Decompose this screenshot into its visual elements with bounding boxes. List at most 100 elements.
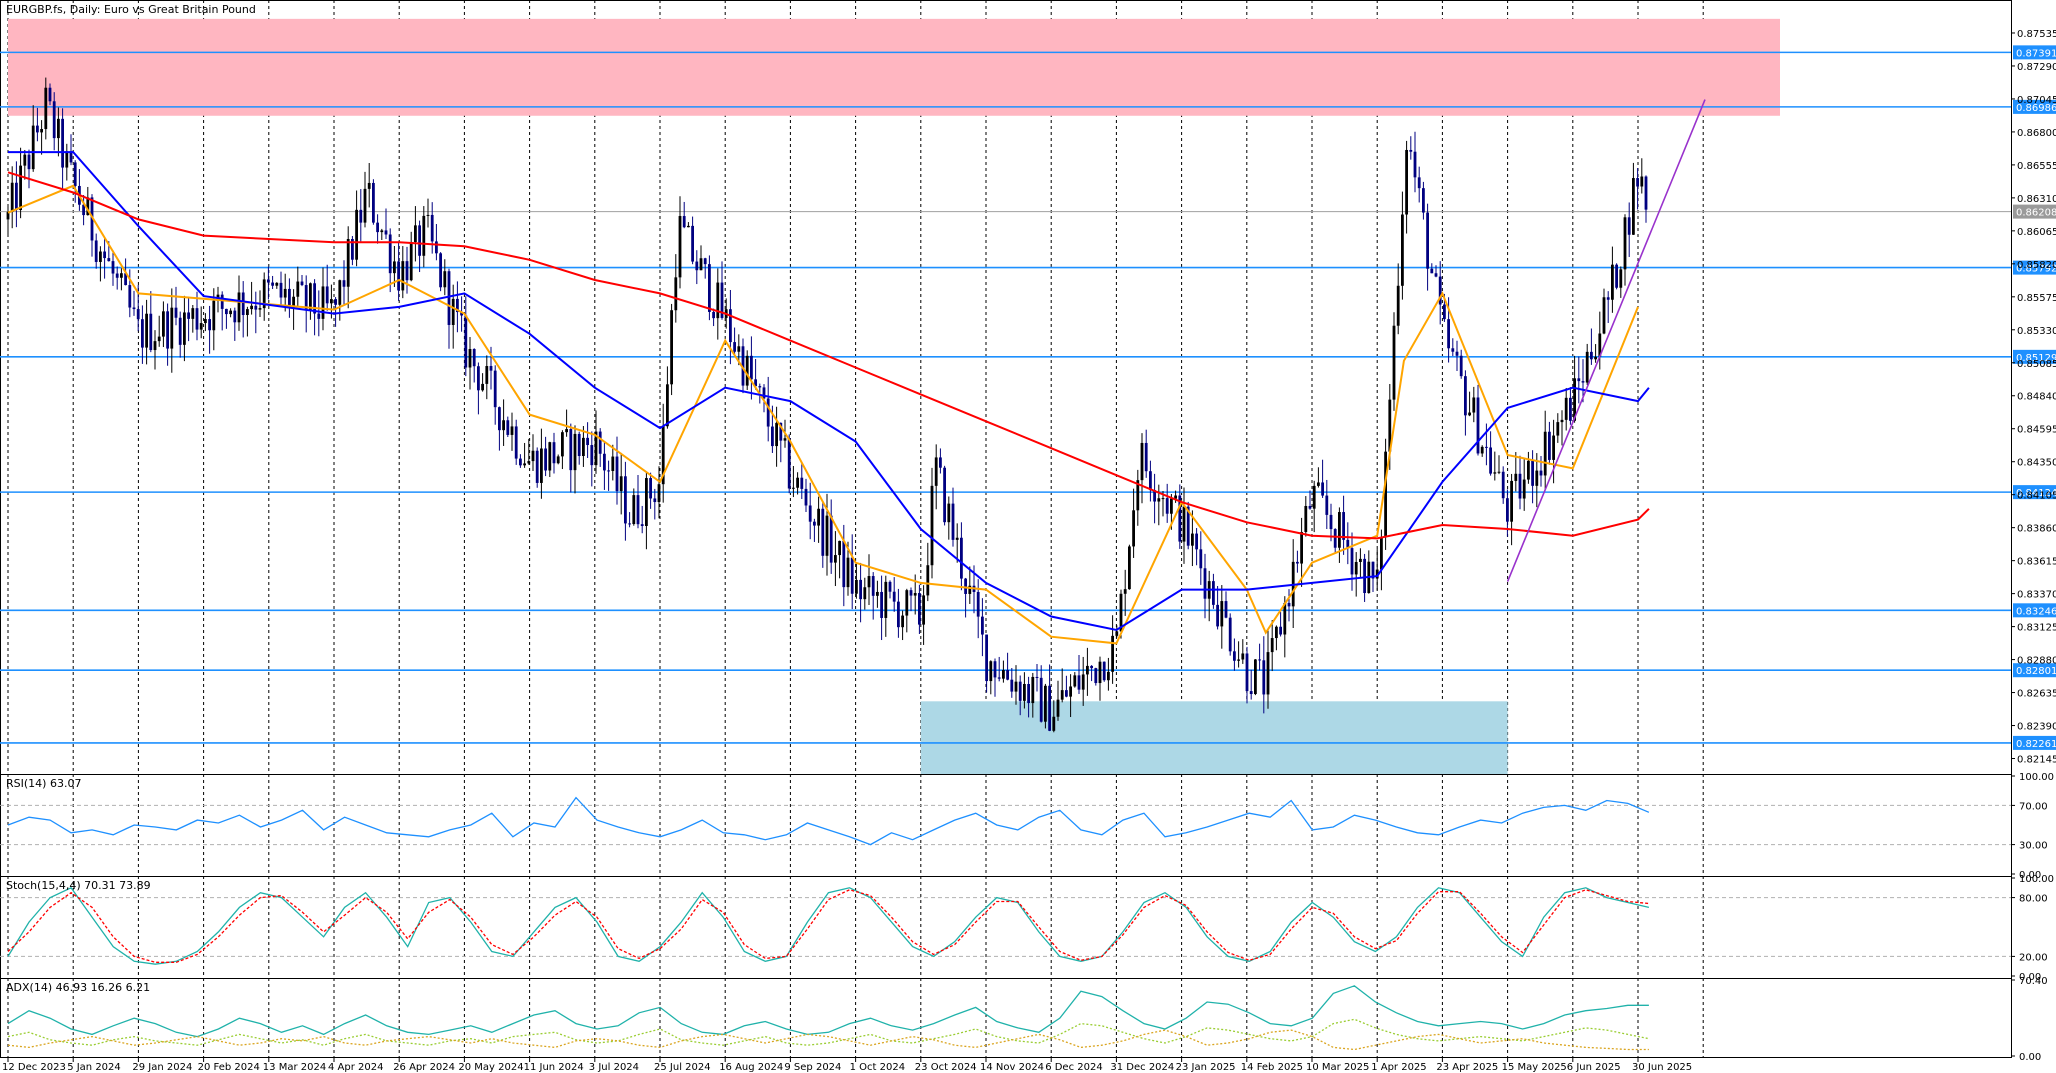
candle-body [926,565,930,596]
candle-body [897,601,900,628]
candle-body [10,182,14,212]
level-price-label: 0.82801 [2016,666,2056,677]
candle-body [498,407,501,431]
candle-body [187,312,190,319]
candle-body [1493,472,1497,474]
candle-body [1111,635,1114,672]
candle-body [1258,659,1261,661]
candle-body [783,438,787,441]
candle-body [1249,691,1253,695]
candle-body [1627,217,1631,235]
candle-body [1468,412,1471,416]
candle-body [510,426,514,435]
candle-body [1518,473,1522,499]
candle-body [157,336,161,342]
candle-body [304,285,308,310]
date-tick-label: 15 May 2025 [1502,1062,1567,1073]
adx-title: ADX(14) 46.93 16.26 6.21 [6,981,150,994]
candle-body [1539,470,1543,476]
candle-body [485,366,489,384]
candle-body [939,457,942,468]
candle-body [31,125,35,170]
candle-body [1527,460,1530,480]
candle-body [422,215,426,256]
candle-body [1464,376,1467,416]
candle-body [384,230,388,235]
price-tick-label: 0.83860 [2017,524,2056,535]
candle-body [1329,514,1333,530]
candle-body [401,261,405,291]
candle-body [1569,397,1572,421]
candle-body [1027,683,1030,704]
price-tick-label: 0.87045 [2017,95,2056,106]
candle-body [1212,581,1215,605]
candle-body [355,209,358,260]
candle-body [1287,602,1291,607]
candle-body [1380,537,1383,570]
candle-body [678,216,682,278]
candle-body [590,445,594,466]
candle-body [1623,217,1627,270]
price-tick-label: 0.85820 [2017,260,2056,271]
candle-body [565,429,568,433]
price-tick-label: 0.82880 [2017,656,2056,667]
date-tick-label: 26 Apr 2024 [393,1062,455,1073]
date-tick-label: 20 May 2024 [458,1062,523,1073]
candle-body [855,579,858,594]
candle-body [1606,297,1610,300]
candle-body [1128,546,1131,590]
candle-body [477,366,480,391]
candle-body [918,593,921,625]
candle-body [1123,589,1127,594]
candle-body [493,370,497,408]
trading-chart[interactable]: 0.873910.869860.857920.851290.841240.832… [0,0,2056,1073]
candle-body [99,251,102,262]
candle-body [880,591,883,618]
candle-body [359,209,363,223]
candle-body [1426,212,1429,269]
candle-body [414,225,417,243]
candle-body [502,420,505,431]
candle-body [859,579,862,600]
price-tick-label: 0.85085 [2017,359,2056,370]
candle-body [682,216,686,228]
candle-body [985,634,988,682]
candle-body [1409,149,1413,152]
candle-body [653,498,657,503]
candle-body [212,300,216,331]
candle-body [871,576,875,596]
candle-body [750,355,753,380]
candle-body [598,431,602,454]
candle-body [1564,397,1568,420]
candle-body [481,383,484,391]
candle-body [1396,285,1400,326]
candle-body [506,420,510,435]
candle-body [514,426,518,459]
date-tick-label: 9 Sep 2024 [784,1062,841,1073]
candle-body [586,437,589,446]
candle-body [687,225,690,228]
candle-body [1165,498,1169,514]
candle-body [1531,460,1534,486]
candle-body [1312,485,1316,509]
candle-body [435,241,438,254]
candle-body [1241,653,1245,660]
candle-body [325,286,329,304]
date-tick-label: 10 Mar 2025 [1306,1062,1369,1073]
candle-body [1195,533,1198,550]
candle-body [1279,626,1282,635]
indicator-tick-label: 20.00 [2019,952,2048,963]
candle-body [162,311,165,337]
candle-body [1560,419,1564,423]
price-tick-label: 0.87290 [2017,62,2056,73]
candle-body [246,309,249,316]
candle-body [388,234,392,274]
candle-body [1132,510,1135,547]
candle-body [1014,681,1018,692]
candle-body [1392,325,1396,400]
candle-body [1115,631,1119,636]
candle-body [393,261,396,274]
candle-body [1270,638,1274,653]
candle-body [346,239,350,287]
indicator-tick-label: 70.00 [2019,801,2048,812]
